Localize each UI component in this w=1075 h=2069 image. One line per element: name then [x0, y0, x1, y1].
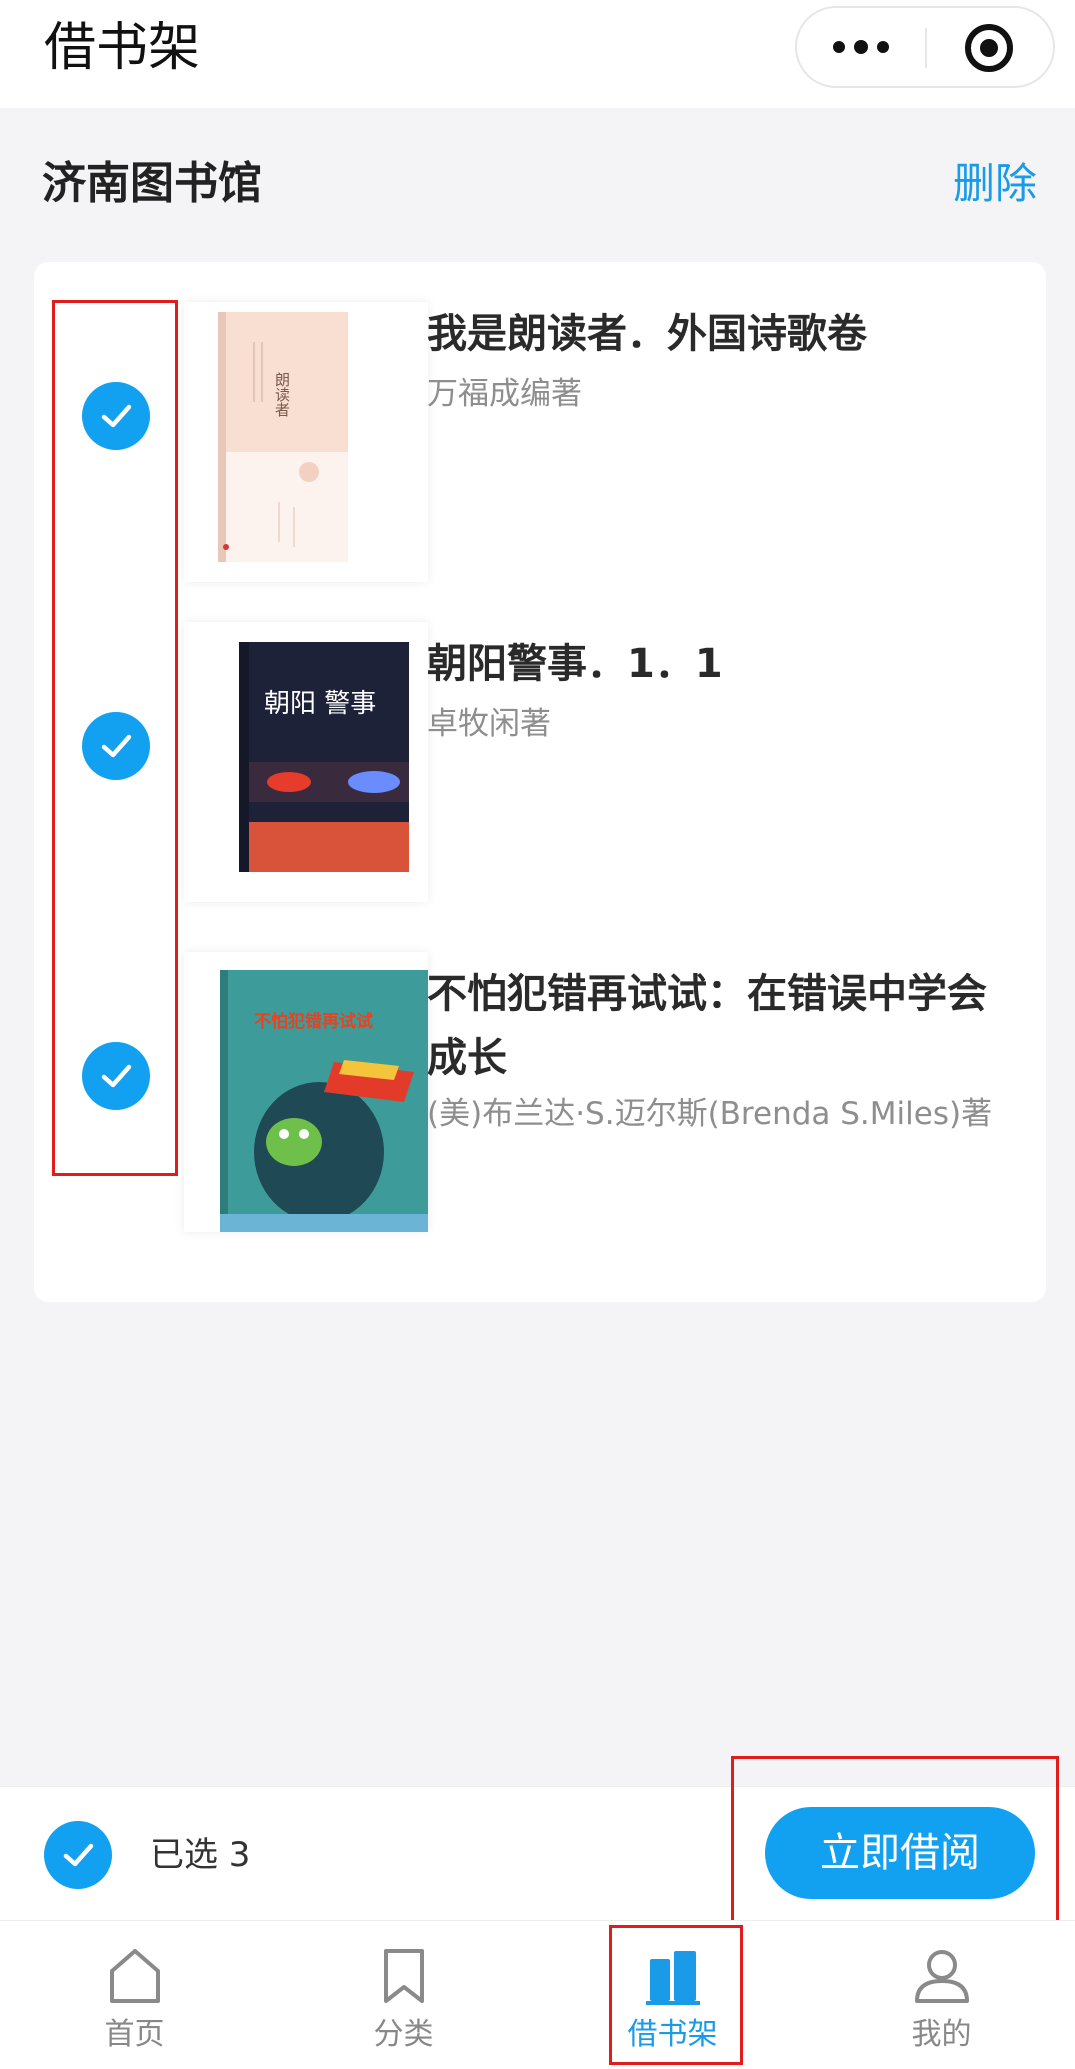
book-title[interactable]: 朝阳警事．1．1 [427, 632, 1017, 696]
cover-text: 不怕犯错再试试 [254, 1011, 373, 1032]
selection-action-bar: 已选 3 立即借阅 [0, 1786, 1075, 1920]
book-author: 万福成编著 [427, 376, 582, 412]
checkbox-checked-icon[interactable] [82, 1042, 150, 1110]
tab-label: 分类 [373, 2017, 434, 2052]
cover-text: 朗读者 [273, 372, 291, 417]
list-item[interactable]: 不怕犯错再试试 不怕犯错再试试：在错误中学会成长 (美)布兰达·S.迈尔斯(Br… [34, 952, 1046, 1262]
book-cover-image[interactable]: 朗读者 [184, 302, 428, 582]
list-item[interactable]: 朝阳 警事 朝阳警事．1．1 卓牧闲著 [34, 622, 1046, 932]
book-author: (美)布兰达·S.迈尔斯(Brenda S.Miles)著 [427, 1096, 993, 1132]
book-title[interactable]: 不怕犯错再试试：在错误中学会成长 [427, 962, 1017, 1090]
cover-text: 朝阳 警事 [264, 689, 376, 719]
tab-mine[interactable]: 我的 [807, 1921, 1075, 2069]
bottom-tab-bar: 首页 分类 借书架 我的 [0, 1920, 1075, 2069]
book-list-card: 朗读者 我是朗读者．外国诗歌卷 万福成编著 朝阳 警事 朝阳警事．1．1 卓牧闲… [34, 262, 1046, 1302]
tab-label: 借书架 [627, 2017, 718, 2052]
delete-button[interactable]: 删除 [953, 152, 1037, 216]
top-navigation-bar: 借书架 [0, 0, 1075, 108]
checkbox-checked-icon[interactable] [82, 382, 150, 450]
select-all-checkbox-icon[interactable] [44, 1821, 112, 1889]
borrow-now-button[interactable]: 立即借阅 [765, 1807, 1035, 1899]
capsule-divider [925, 28, 927, 68]
tab-label: 首页 [104, 2017, 165, 2052]
mini-program-capsule [795, 6, 1055, 88]
library-name: 济南图书馆 [42, 158, 262, 209]
home-icon [110, 1949, 160, 2003]
tab-home[interactable]: 首页 [0, 1921, 269, 2069]
book-author: 卓牧闲著 [427, 706, 551, 742]
user-icon [915, 1950, 969, 2003]
book-cover-image[interactable]: 朝阳 警事 [184, 622, 428, 902]
tab-label: 我的 [911, 2017, 972, 2052]
close-mini-program-icon[interactable] [965, 24, 1013, 72]
book-cover-image[interactable]: 不怕犯错再试试 [184, 952, 428, 1232]
bookshelf-icon [646, 1951, 700, 2005]
tab-category[interactable]: 分类 [269, 1921, 538, 2069]
more-options-icon[interactable] [797, 8, 925, 86]
selected-count-label: 已选 3 [150, 1835, 251, 1875]
list-item[interactable]: 朗读者 我是朗读者．外国诗歌卷 万福成编著 [34, 302, 1046, 602]
tab-bookshelf[interactable]: 借书架 [538, 1921, 807, 2069]
page-title: 借书架 [44, 18, 201, 78]
bookmark-icon [384, 1949, 424, 2003]
book-title[interactable]: 我是朗读者．外国诗歌卷 [427, 302, 1017, 366]
checkbox-checked-icon[interactable] [82, 712, 150, 780]
